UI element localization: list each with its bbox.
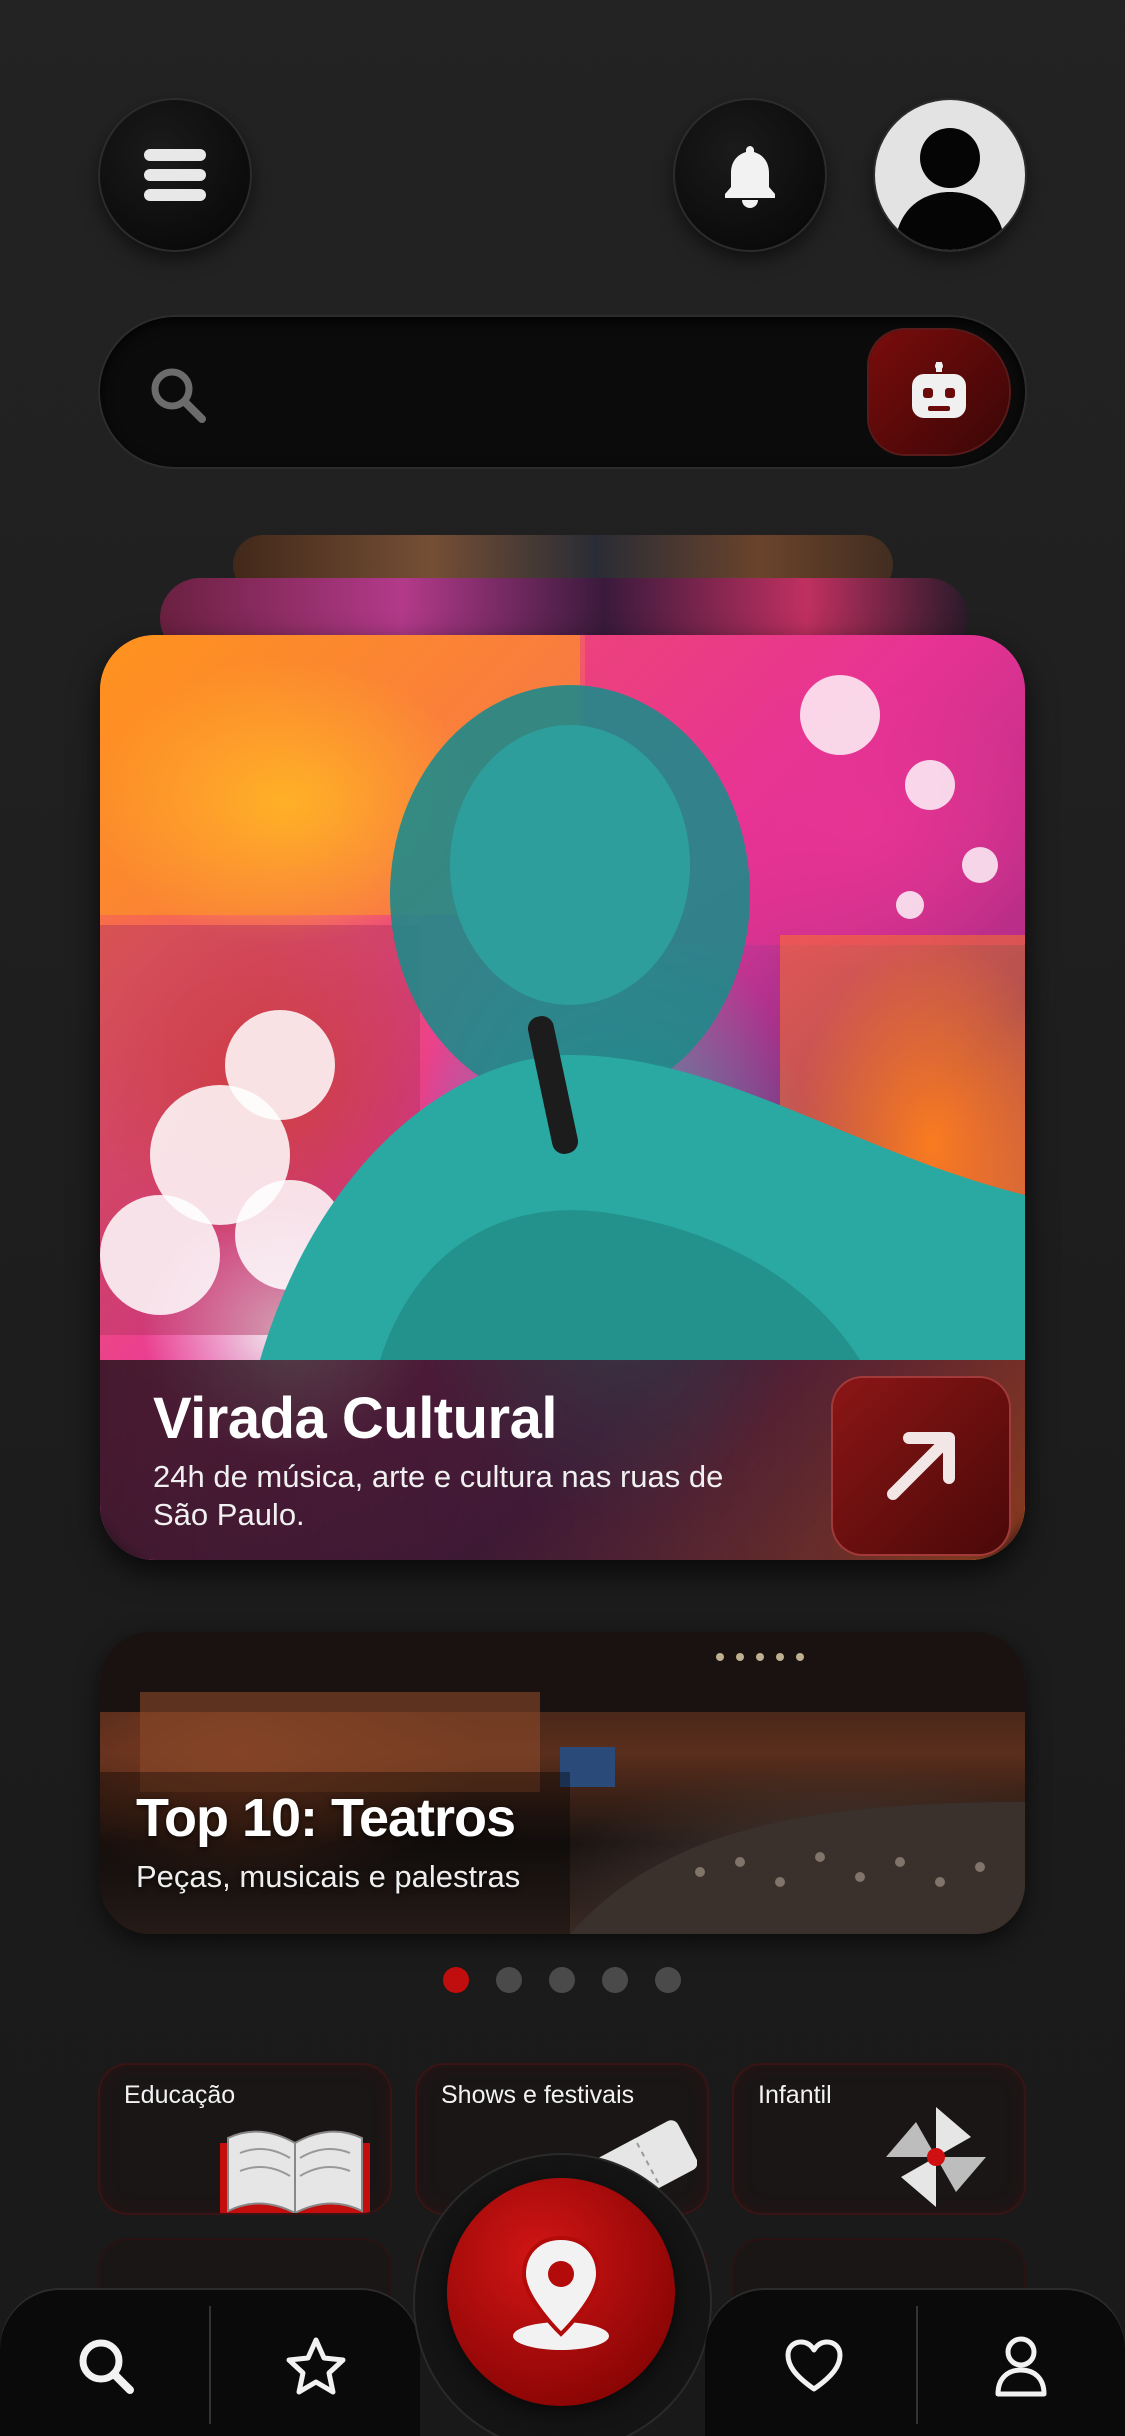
open-event-button[interactable] [833,1378,1009,1554]
nav-divider [209,2306,211,2424]
top-theaters-title: Top 10: Teatros [136,1788,516,1848]
carousel-dot[interactable] [549,1967,575,1993]
featured-event-info: Virada Cultural 24h de música, arte e cu… [100,1360,1025,1560]
user-icon [995,2336,1047,2397]
book-icon [220,2130,370,2213]
featured-event-title: Virada Cultural [153,1386,558,1451]
carousel-dot[interactable] [496,1967,522,1993]
user-avatar-icon [895,128,1005,250]
category-kids[interactable]: Infantil [734,2065,1024,2213]
nav-liked[interactable] [774,2326,854,2406]
star-icon [286,2337,346,2395]
nav-divider [916,2306,918,2424]
carousel-dot[interactable] [655,1967,681,1993]
carousel-indicator [443,1967,681,1993]
profile-avatar-button[interactable] [875,100,1025,250]
featured-event-subtitle: 24h de música, arte e cultura nas ruas d… [153,1459,724,1532]
nav-profile[interactable] [981,2326,1061,2406]
category-label: Infantil [758,2081,832,2109]
assistant-button[interactable] [869,330,1009,454]
category-label: Educação [124,2081,236,2109]
search-input[interactable] [230,357,930,427]
hamburger-menu-icon [144,149,206,201]
nav-favorites-star[interactable] [276,2326,356,2406]
bottom-nav-left [0,2290,420,2436]
search-bar [100,317,1025,467]
top-theaters-subtitle: Peças, musicais e palestras [136,1859,521,1894]
menu-button[interactable] [100,100,250,250]
category-education[interactable]: Educação [100,2065,390,2213]
map-button[interactable] [447,2178,675,2406]
pinwheel-icon [886,2107,986,2207]
search-icon [79,2339,134,2394]
bottom-nav-right [705,2290,1125,2436]
carousel-dot[interactable] [443,1967,469,1993]
search-icon [151,368,206,423]
heart-icon [785,2339,843,2392]
nav-search[interactable] [66,2326,146,2406]
arrow-up-right-icon [887,1432,955,1500]
top-theaters-card[interactable]: Top 10: Teatros Peças, musicais e palest… [100,1632,1025,1934]
map-pin-icon [513,2235,609,2350]
carousel-dot[interactable] [602,1967,628,1993]
bell-icon [725,146,775,208]
featured-event-card[interactable]: Virada Cultural 24h de música, arte e cu… [100,635,1025,1560]
notifications-button[interactable] [675,100,825,250]
robot-icon [912,362,966,418]
